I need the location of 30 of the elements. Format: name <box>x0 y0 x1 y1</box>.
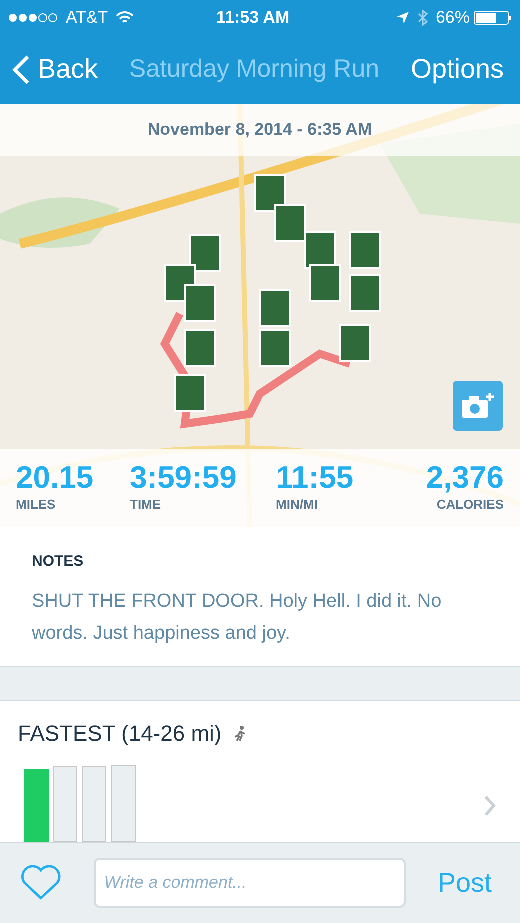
options-button[interactable]: Options <box>410 49 504 90</box>
bluetooth-icon <box>418 10 428 26</box>
location-icon <box>396 10 410 24</box>
screen-title: Saturday Morning Run <box>128 54 381 85</box>
back-button[interactable]: Back <box>12 49 98 90</box>
clock: 11:53 AM <box>216 6 291 29</box>
stat-value: 11:55 <box>276 461 355 496</box>
battery-icon <box>474 10 512 24</box>
stat-label: MILES <box>16 496 57 514</box>
camera-plus-icon <box>461 392 495 420</box>
comment-field[interactable]: Write a comment... <box>94 858 406 908</box>
stat-value: 20.15 <box>16 461 95 496</box>
stat-label: CALORIES <box>436 496 504 514</box>
heart-icon[interactable] <box>20 864 62 902</box>
stat-value: 3:59:59 <box>130 461 238 496</box>
stat-label: TIME <box>130 496 162 514</box>
notes-text: SHUT THE FRONT DOOR. Holy Hell. I did it. No words. Just happiness and joy. <box>32 590 443 646</box>
fastest-title: FASTEST (14-26 mi) <box>18 720 222 748</box>
battery-percent: 66% <box>436 6 470 29</box>
carrier-label: AT&T <box>66 6 108 29</box>
chevron-right-icon[interactable] <box>484 795 496 817</box>
wifi-icon <box>116 10 134 24</box>
runner-icon <box>234 726 246 742</box>
notes-heading: NOTES <box>32 552 85 572</box>
chevron-left-icon <box>12 54 30 84</box>
stat-value: 2,376 <box>426 461 504 496</box>
post-button[interactable]: Post <box>438 862 500 904</box>
camera-button[interactable] <box>453 381 503 431</box>
date-banner: November 8, 2014 - 6:35 AM <box>0 104 520 156</box>
stat-label: MIN/MI <box>276 496 319 514</box>
